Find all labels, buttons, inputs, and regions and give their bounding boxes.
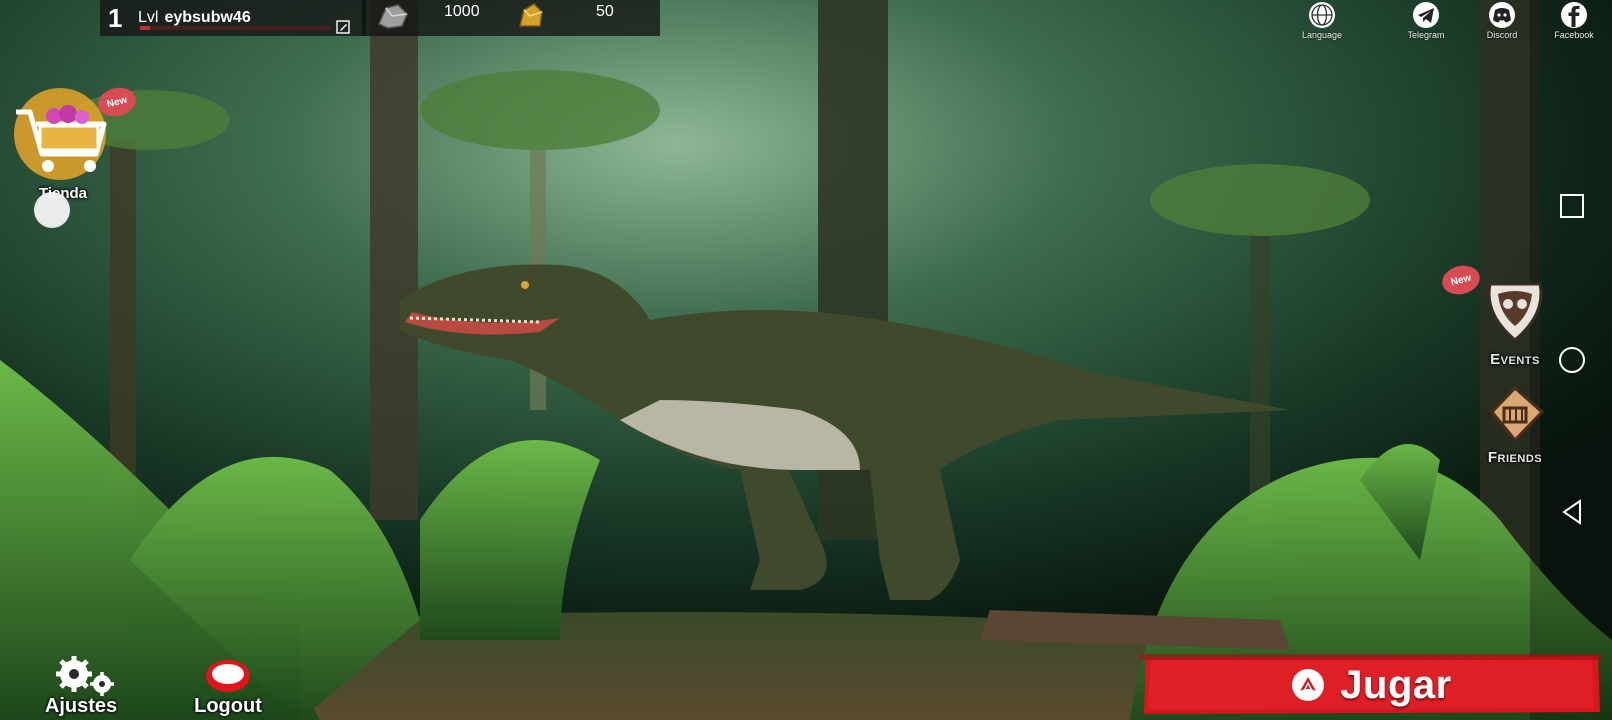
gold-amount: 50 xyxy=(596,3,614,20)
language-button[interactable]: Language xyxy=(1292,0,1352,40)
play-label: Jugar xyxy=(1340,662,1452,707)
telegram-icon xyxy=(1413,2,1439,28)
floating-dot-button[interactable] xyxy=(34,192,70,228)
friends-label: Friends xyxy=(1487,449,1543,466)
logout-button[interactable]: Logout xyxy=(178,658,278,718)
language-label: Language xyxy=(1301,30,1343,40)
telegram-label: Telegram xyxy=(1407,30,1445,40)
friends-button[interactable]: Friends xyxy=(1460,382,1570,466)
xp-progress-bar xyxy=(140,26,330,30)
logout-label: Logout xyxy=(194,695,262,717)
player-username[interactable]: eybsubw46 xyxy=(164,9,250,27)
settings-button[interactable]: Ajustes xyxy=(26,656,136,718)
discord-button[interactable]: Discord xyxy=(1472,0,1532,40)
facebook-button[interactable]: Facebook xyxy=(1544,0,1604,40)
jungle-background xyxy=(0,0,1612,720)
fist-icon xyxy=(1489,385,1545,443)
gold-icon xyxy=(519,3,543,27)
play-button[interactable]: Jugar xyxy=(1140,654,1602,716)
discord-label: Discord xyxy=(1486,30,1518,40)
topbar-divider xyxy=(362,0,366,36)
gears-icon xyxy=(56,656,114,696)
shop-button[interactable]: Tienda New xyxy=(8,83,139,202)
logout-icon xyxy=(206,660,250,692)
edit-icon[interactable] xyxy=(336,20,350,34)
facebook-label: Facebook xyxy=(1554,30,1594,40)
events-button[interactable]: Events New xyxy=(1439,261,1570,368)
facebook-icon xyxy=(1561,2,1587,28)
xp-progress-fill xyxy=(140,26,150,30)
dino-footprint-icon xyxy=(1292,669,1325,701)
globe-icon xyxy=(1309,2,1335,28)
recents-square-icon[interactable] xyxy=(1558,192,1586,220)
level-prefix: Lvl xyxy=(138,9,159,26)
events-label: Events xyxy=(1490,351,1540,368)
stone-amount: 1000 xyxy=(444,3,480,20)
home-circle-icon[interactable] xyxy=(1558,346,1586,374)
telegram-button[interactable]: Telegram xyxy=(1396,0,1456,40)
settings-label: Ajustes xyxy=(44,695,118,717)
player-level-number: 1 xyxy=(108,2,123,33)
stone-icon xyxy=(378,4,408,29)
discord-icon xyxy=(1489,2,1515,28)
back-triangle-icon[interactable] xyxy=(1558,498,1586,526)
